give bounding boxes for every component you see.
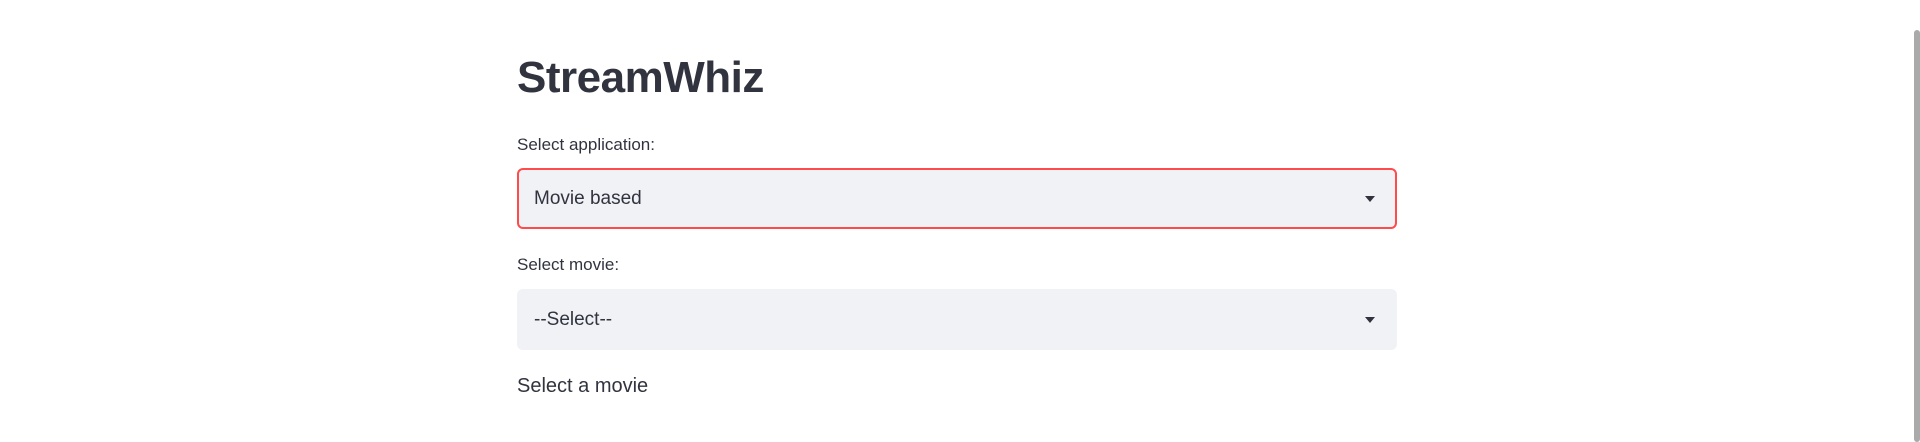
select-movie-hint: Select a movie [517,375,649,397]
scrollbar-thumb[interactable] [1914,30,1920,442]
movie-select[interactable]: --Select-- [517,289,1397,350]
movie-select-label: Select movie: [517,255,620,274]
application-select-value: Movie based [534,187,642,209]
caret-down-icon[interactable] [1365,316,1375,323]
caret-down-icon[interactable] [1365,195,1375,202]
application-select[interactable]: Movie based [517,168,1397,229]
app-page: StreamWhiz Select application: Movie bas… [0,0,1920,442]
movie-select-value: --Select-- [534,308,613,330]
vertical-scrollbar[interactable] [1914,0,1920,442]
page-title: StreamWhiz [517,53,764,102]
application-select-label: Select application: [517,135,655,154]
